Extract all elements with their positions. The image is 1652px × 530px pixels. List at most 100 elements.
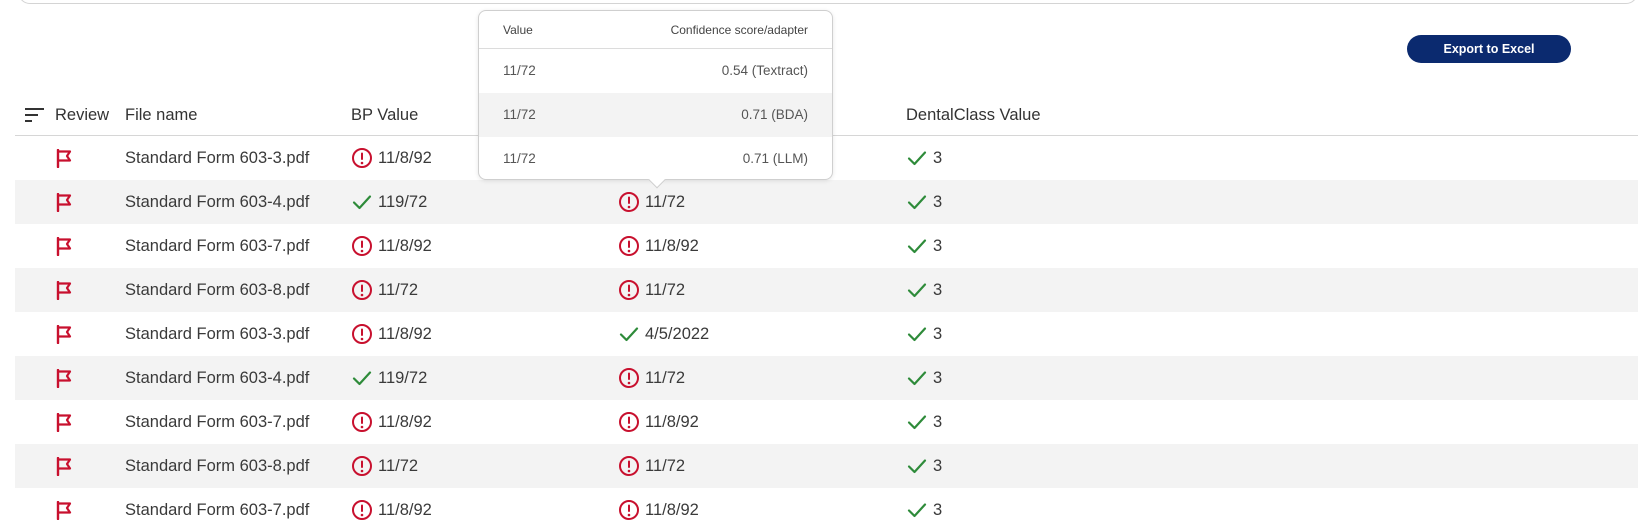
tooltip-confidence: 0.71 (LLM): [742, 151, 808, 166]
file-name[interactable]: Standard Form 603-7.pdf: [125, 237, 309, 256]
bp-value: 11/8/92: [378, 324, 432, 343]
warning-circle-icon: [352, 324, 372, 344]
value-cell[interactable]: 11/8/92: [618, 224, 699, 268]
value-cell[interactable]: 11/72: [618, 444, 685, 488]
value-cell[interactable]: 11/72: [618, 268, 685, 312]
header-bp-value[interactable]: BP Value: [351, 106, 418, 125]
bp-value-cell[interactable]: 119/72: [351, 180, 427, 224]
dentalclass-value-cell[interactable]: 3: [906, 224, 942, 268]
dentalclass-value-cell[interactable]: 3: [906, 268, 942, 312]
table-row[interactable]: Standard Form 603-7.pdf 11/8/92 11/8/92 …: [15, 224, 1638, 268]
bp-value-cell[interactable]: 11/8/92: [351, 312, 432, 356]
file-name-cell[interactable]: Standard Form 603-8.pdf: [125, 444, 309, 488]
checkmark-icon: [352, 195, 372, 210]
bp-value-cell[interactable]: 11/8/92: [351, 136, 432, 180]
tooltip-confidence: 0.54 (Textract): [721, 63, 808, 78]
warning-circle-icon: [352, 456, 372, 476]
header-dentalclass-value[interactable]: DentalClass Value: [906, 106, 1041, 125]
file-name-cell[interactable]: Standard Form 603-4.pdf: [125, 180, 309, 224]
bp-value-cell[interactable]: 11/8/92: [351, 224, 432, 268]
table-row[interactable]: Standard Form 603-3.pdf 11/8/92 4/5/2022…: [15, 312, 1638, 356]
file-name[interactable]: Standard Form 603-3.pdf: [125, 149, 309, 168]
bp-value: 11/72: [378, 456, 419, 475]
bp-value-cell[interactable]: 11/8/92: [351, 488, 432, 530]
checkmark-icon: [907, 239, 927, 254]
flag-icon[interactable]: [55, 149, 73, 168]
bp-value-cell[interactable]: 11/72: [351, 444, 418, 488]
flag-icon[interactable]: [55, 281, 73, 300]
checkmark-icon: [907, 195, 927, 210]
flag-icon[interactable]: [55, 193, 73, 212]
header-file-name[interactable]: File name: [125, 106, 197, 125]
dentalclass-value-cell[interactable]: 3: [906, 356, 942, 400]
table-row[interactable]: Standard Form 603-7.pdf 11/8/92 11/8/92 …: [15, 488, 1638, 530]
value-text: 11/8/92: [645, 236, 699, 255]
confidence-tooltip: Value Confidence score/adapter 11/72 0.5…: [478, 10, 833, 189]
value-cell[interactable]: 11/8/92: [618, 488, 699, 530]
dentalclass-value-cell[interactable]: 3: [906, 444, 942, 488]
dentalclass-value-cell[interactable]: 3: [906, 136, 942, 180]
tooltip-header-value: Value: [503, 23, 533, 37]
warning-circle-icon: [352, 412, 372, 432]
value-text: 11/8/92: [645, 412, 699, 431]
file-name-cell[interactable]: Standard Form 603-8.pdf: [125, 268, 309, 312]
top-panel-edge: [18, 0, 1638, 4]
dentalclass-value: 3: [933, 236, 943, 255]
sort-icon[interactable]: [25, 107, 45, 123]
value-cell[interactable]: 11/72: [618, 356, 685, 400]
warning-circle-icon: [619, 456, 639, 476]
header-review[interactable]: Review: [55, 106, 109, 125]
bp-value: 119/72: [378, 192, 428, 211]
tooltip-value: 11/72: [503, 63, 536, 78]
bp-value: 11/72: [378, 280, 419, 299]
file-name[interactable]: Standard Form 603-3.pdf: [125, 325, 309, 344]
dentalclass-value-cell[interactable]: 3: [906, 312, 942, 356]
table-row[interactable]: Standard Form 603-8.pdf 11/72 11/72 3: [15, 444, 1638, 488]
dentalclass-value-cell[interactable]: 3: [906, 400, 942, 444]
value-text: 11/72: [645, 368, 686, 387]
file-name[interactable]: Standard Form 603-7.pdf: [125, 413, 309, 432]
warning-circle-icon: [619, 500, 639, 520]
warning-circle-icon: [619, 236, 639, 256]
file-name[interactable]: Standard Form 603-8.pdf: [125, 281, 309, 300]
table-row[interactable]: Standard Form 603-7.pdf 11/8/92 11/8/92 …: [15, 400, 1638, 444]
table-row[interactable]: Standard Form 603-4.pdf 119/72 11/72 3: [15, 356, 1638, 400]
bp-value-cell[interactable]: 11/72: [351, 268, 418, 312]
flag-icon[interactable]: [55, 457, 73, 476]
flag-icon[interactable]: [55, 413, 73, 432]
file-name-cell[interactable]: Standard Form 603-7.pdf: [125, 224, 309, 268]
flag-icon[interactable]: [55, 501, 73, 520]
dentalclass-value: 3: [933, 500, 943, 519]
dentalclass-value-cell[interactable]: 3: [906, 180, 942, 224]
flag-icon[interactable]: [55, 369, 73, 388]
value-cell[interactable]: 11/8/92: [618, 400, 699, 444]
table-row[interactable]: Standard Form 603-8.pdf 11/72 11/72 3: [15, 268, 1638, 312]
file-name-cell[interactable]: Standard Form 603-7.pdf: [125, 488, 309, 530]
file-name[interactable]: Standard Form 603-4.pdf: [125, 193, 309, 212]
value-text: 11/72: [645, 280, 686, 299]
value-cell[interactable]: 11/72: [618, 180, 685, 224]
tooltip-header-confidence: Confidence score/adapter: [670, 23, 808, 37]
file-name-cell[interactable]: Standard Form 603-3.pdf: [125, 312, 309, 356]
export-to-excel-button[interactable]: Export to Excel: [1407, 35, 1571, 63]
file-name-cell[interactable]: Standard Form 603-7.pdf: [125, 400, 309, 444]
file-name[interactable]: Standard Form 603-4.pdf: [125, 369, 309, 388]
tooltip-row: 11/72 0.71 (BDA): [479, 93, 832, 137]
file-name-cell[interactable]: Standard Form 603-4.pdf: [125, 356, 309, 400]
dentalclass-value-cell[interactable]: 3: [906, 488, 942, 530]
bp-value-cell[interactable]: 119/72: [351, 356, 427, 400]
tooltip-value: 11/72: [503, 151, 536, 166]
bp-value: 11/8/92: [378, 236, 432, 255]
flag-icon[interactable]: [55, 237, 73, 256]
table-row[interactable]: Standard Form 603-4.pdf 119/72 11/72 3: [15, 180, 1638, 224]
flag-icon[interactable]: [55, 325, 73, 344]
bp-value-cell[interactable]: 11/8/92: [351, 400, 432, 444]
file-name[interactable]: Standard Form 603-7.pdf: [125, 501, 309, 520]
warning-circle-icon: [352, 500, 372, 520]
dentalclass-value: 3: [933, 368, 943, 387]
file-name[interactable]: Standard Form 603-8.pdf: [125, 457, 309, 476]
value-cell[interactable]: 4/5/2022: [618, 312, 709, 356]
dentalclass-value: 3: [933, 192, 943, 211]
file-name-cell[interactable]: Standard Form 603-3.pdf: [125, 136, 309, 180]
value-text: 11/8/92: [645, 500, 699, 519]
